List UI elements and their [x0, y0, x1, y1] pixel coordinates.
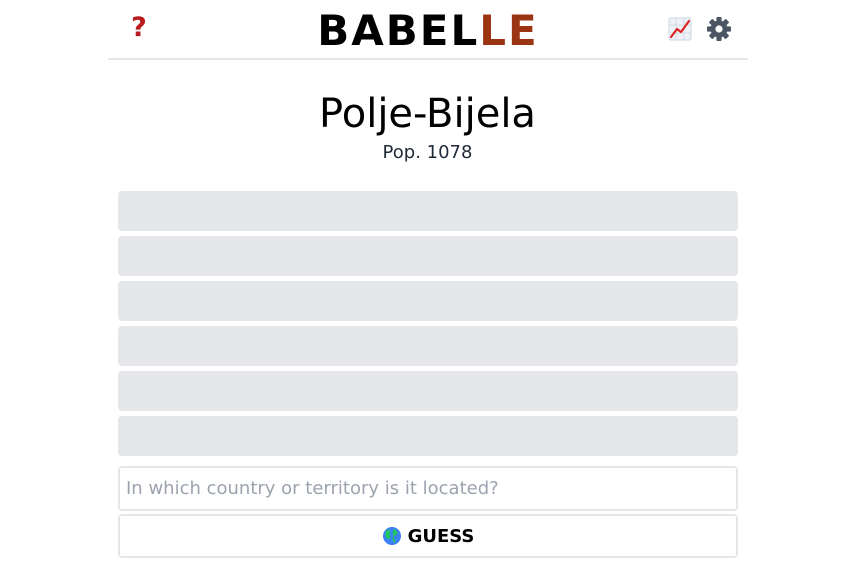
guess-rows — [118, 191, 738, 461]
stats-button[interactable] — [668, 17, 692, 41]
header: ? BABELLE — [108, 0, 748, 60]
guess-button[interactable]: GUESS — [118, 514, 738, 558]
logo-part-a: BABEL — [317, 6, 480, 55]
chart-increasing-icon — [668, 17, 692, 41]
globe-icon — [382, 527, 401, 545]
guess-row — [118, 416, 738, 456]
city-name: Polje-Bijela — [319, 91, 536, 137]
city-population: Pop. 1078 — [382, 142, 473, 163]
guess-row — [118, 236, 738, 276]
guess-row — [118, 371, 738, 411]
guess-button-label: GUESS — [407, 525, 475, 547]
guess-row — [118, 281, 738, 321]
guess-row — [118, 191, 738, 231]
logo: BABELLE — [108, 6, 748, 56]
app: ? BABELLE Polje-Bijela Pop. 1078 In whic… — [0, 0, 855, 587]
guess-row — [118, 326, 738, 366]
settings-button[interactable] — [705, 15, 733, 43]
gear-icon — [707, 17, 731, 41]
logo-part-b: LE — [479, 6, 539, 55]
country-input[interactable] — [118, 466, 738, 511]
